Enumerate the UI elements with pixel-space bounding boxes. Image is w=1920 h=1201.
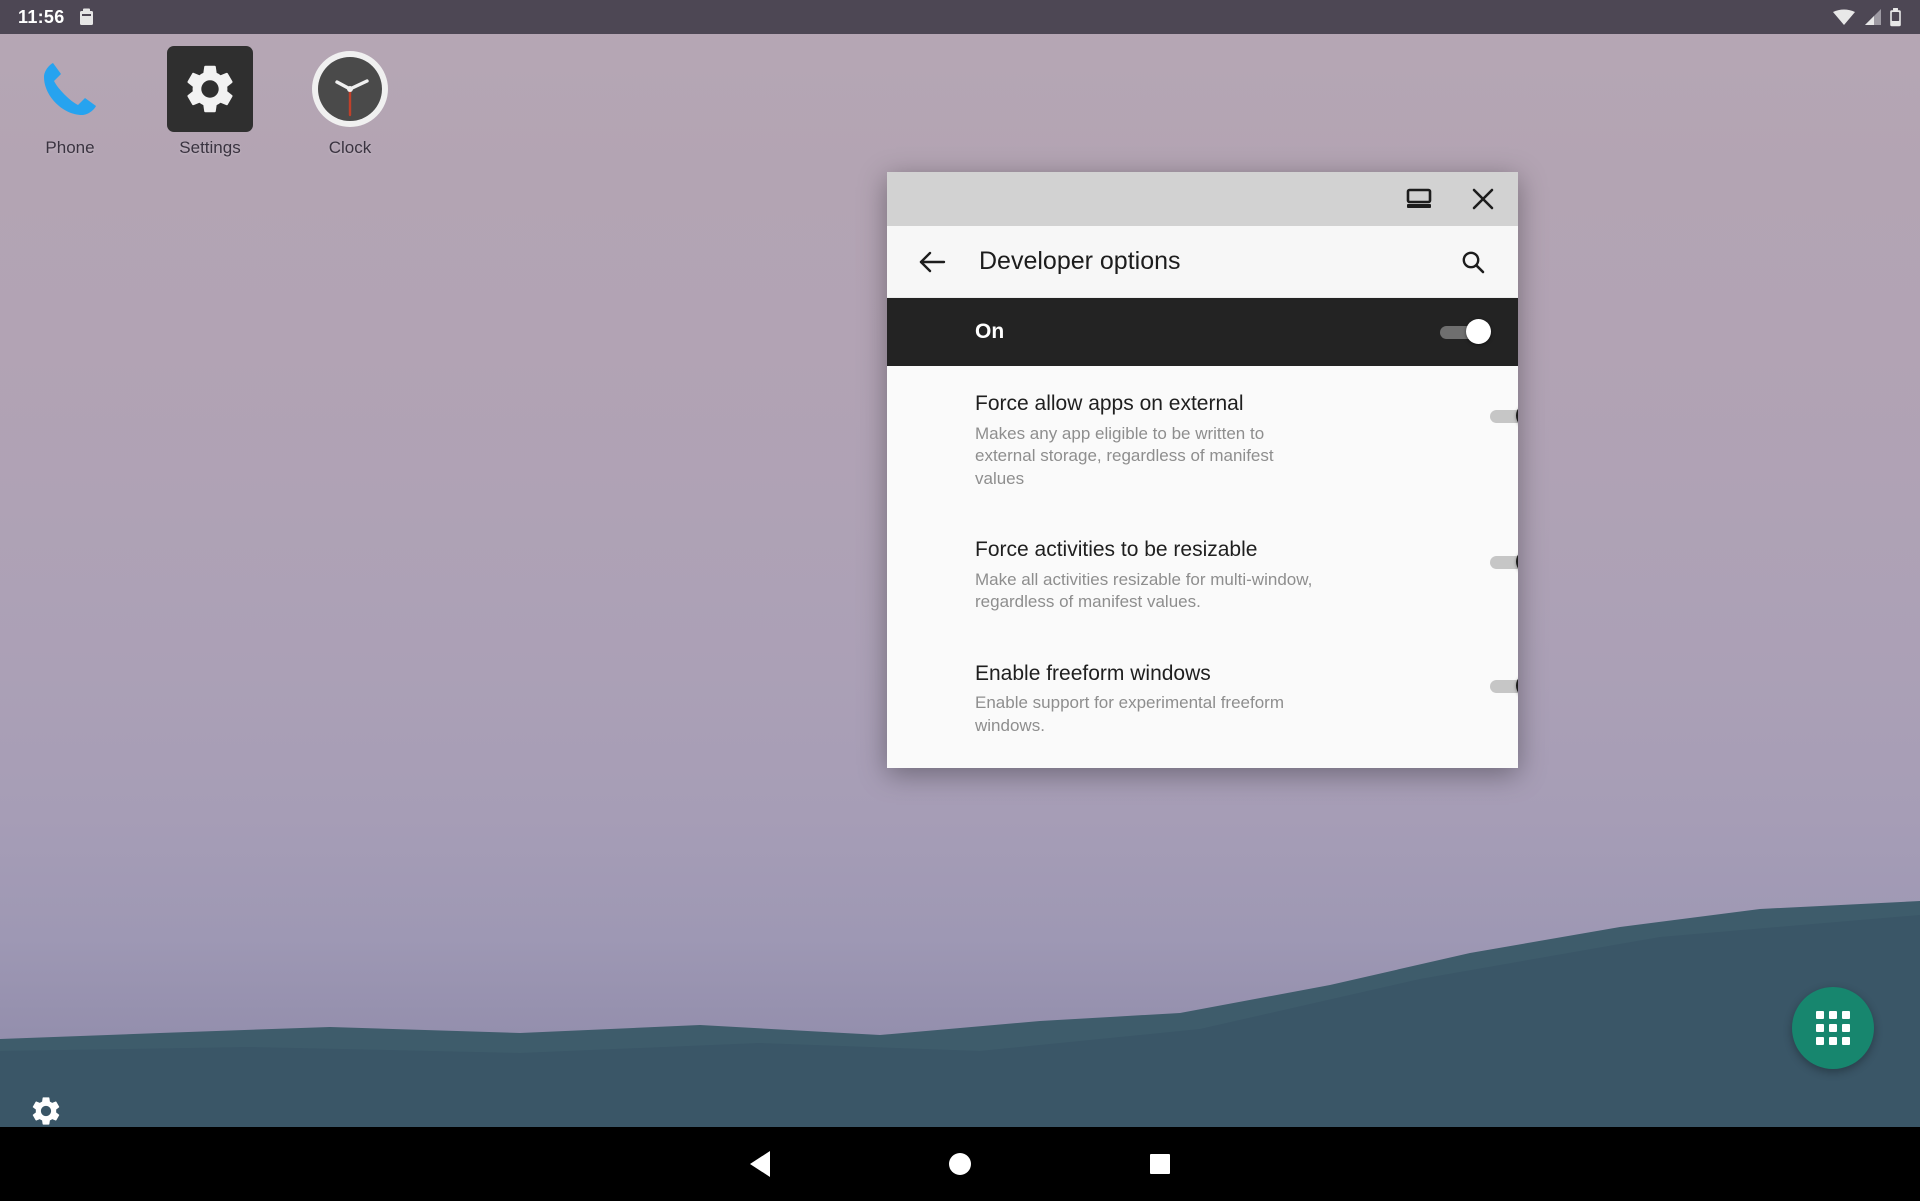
nav-home-button[interactable]: [860, 1127, 1060, 1201]
app-drawer-button[interactable]: [1792, 987, 1874, 1069]
setting-summary: Enable support for experimental freeform…: [975, 692, 1315, 737]
setting-row-force-activities-to-be-resizable[interactable]: Force activities to be resizable Make al…: [887, 512, 1518, 636]
switch-thumb: [1516, 403, 1518, 428]
app-label: Settings: [179, 138, 240, 158]
switch-thumb: [1516, 673, 1518, 698]
setting-texts: Enable freeform windows Enable support f…: [975, 662, 1490, 738]
app-toolbar: Developer options: [887, 226, 1518, 298]
android-screen: 11:56: [0, 0, 1920, 1201]
nav-recents-button[interactable]: [1060, 1127, 1260, 1201]
home-circle-icon: [949, 1153, 971, 1175]
settings-app-tile: [167, 46, 253, 132]
desktop-mode-icon[interactable]: [1398, 178, 1440, 220]
nav-back-button[interactable]: [660, 1127, 860, 1201]
setting-summary: Makes any app eligible to be written to …: [975, 423, 1315, 490]
status-bar-clock: 11:56: [18, 7, 65, 28]
home-screen-app-row: Phone Settings: [0, 46, 420, 158]
phone-icon: [27, 46, 113, 132]
arrow-back-icon[interactable]: [911, 241, 953, 283]
page-title: Developer options: [979, 247, 1426, 276]
setting-title: Force allow apps on external: [975, 392, 1460, 417]
status-bar-right: [1832, 8, 1902, 27]
apps-grid-icon: [1816, 1011, 1850, 1045]
wifi-icon: [1832, 8, 1856, 26]
setting-summary: Make all activities resizable for multi-…: [975, 569, 1315, 614]
screenshot-notification-icon: [79, 8, 94, 26]
app-label: Clock: [329, 138, 372, 158]
navigation-bar: [0, 1127, 1920, 1201]
window-caption-bar[interactable]: [887, 172, 1518, 226]
developer-options-window: Developer options On Force allow apps on…: [887, 172, 1518, 768]
back-triangle-icon: [750, 1151, 770, 1177]
clock-icon: [307, 46, 393, 132]
setting-texts: Force allow apps on external Makes any a…: [975, 392, 1490, 490]
master-switch-label: On: [975, 320, 1440, 344]
switch-thumb: [1516, 549, 1518, 574]
developer-options-master-switch-row[interactable]: On: [887, 298, 1518, 366]
search-icon[interactable]: [1452, 241, 1494, 283]
recents-square-icon: [1150, 1154, 1170, 1174]
settings-list: Force allow apps on external Makes any a…: [887, 366, 1518, 768]
setting-title: Force activities to be resizable: [975, 538, 1460, 563]
cellular-signal-icon: [1863, 8, 1882, 26]
setting-row-force-allow-apps-on-external[interactable]: Force allow apps on external Makes any a…: [887, 366, 1518, 512]
gear-icon: [167, 46, 253, 132]
setting-title: Enable freeform windows: [975, 662, 1460, 687]
switch-track: [1490, 410, 1518, 423]
switch-track: [1490, 556, 1518, 569]
switch-thumb: [1466, 319, 1491, 344]
switch-track: [1490, 680, 1518, 693]
app-icon-settings[interactable]: Settings: [140, 46, 280, 158]
app-icon-phone[interactable]: Phone: [0, 46, 140, 158]
close-icon[interactable]: [1462, 178, 1504, 220]
setting-row-enable-freeform-windows[interactable]: Enable freeform windows Enable support f…: [887, 636, 1518, 760]
status-bar: 11:56: [0, 0, 1920, 34]
app-label: Phone: [45, 138, 94, 158]
setting-row-force-desktop-mode[interactable]: Force desktop mode Force experimental de…: [887, 759, 1518, 768]
battery-icon: [1889, 8, 1902, 27]
status-bar-left: 11:56: [18, 7, 94, 28]
app-icon-clock[interactable]: Clock: [280, 46, 420, 158]
master-switch-toggle[interactable]: [1440, 322, 1490, 342]
setting-texts: Force activities to be resizable Make al…: [975, 538, 1490, 614]
